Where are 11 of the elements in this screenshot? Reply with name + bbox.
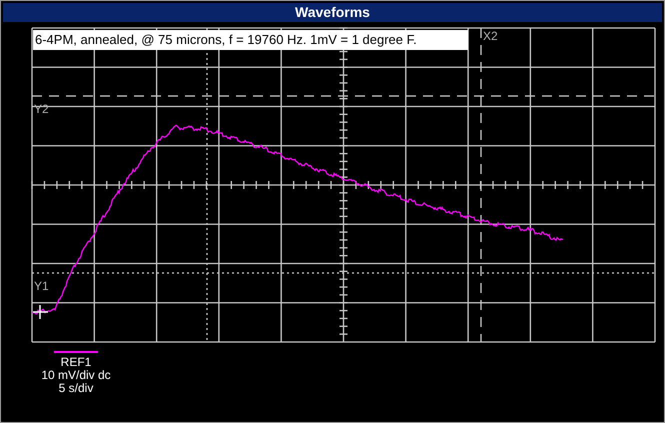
- cursor-label: X2: [483, 29, 498, 43]
- cursor-label: Y1: [34, 279, 49, 293]
- cursor-line[interactable]: [32, 95, 654, 97]
- crosshair-icon: [32, 304, 49, 320]
- vertical-scale: 10 mV/div dc: [41, 369, 111, 382]
- trace-name: REF1: [60, 356, 92, 369]
- cursor-line[interactable]: [480, 28, 482, 342]
- window-title: Waveforms: [3, 3, 662, 22]
- cursor-line[interactable]: [32, 272, 654, 274]
- annotation-label: 6-4PM, annealed, @ 75 microns, f = 19760 Hz. 1mV = 1 degree F.: [33, 30, 468, 50]
- time-scale: 5 s/div: [58, 382, 94, 395]
